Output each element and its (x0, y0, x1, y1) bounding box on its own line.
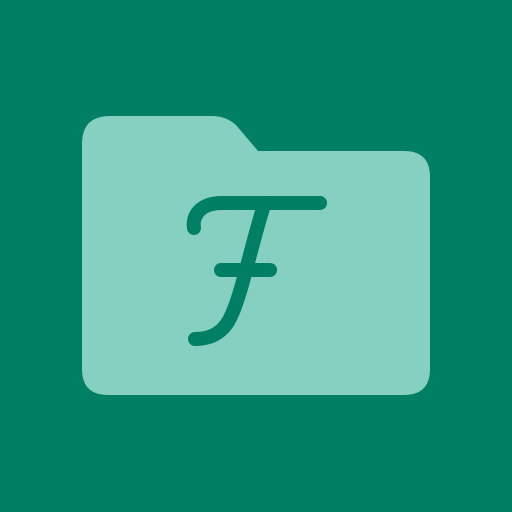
folder-icon (82, 116, 430, 395)
app-icon (0, 0, 512, 512)
